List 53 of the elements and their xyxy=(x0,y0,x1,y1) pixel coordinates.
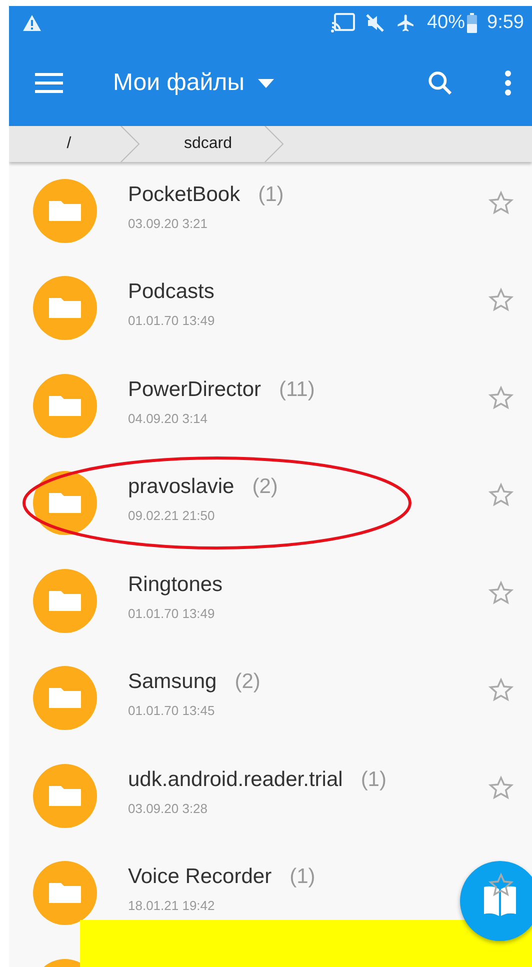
folder-name[interactable]: Podcasts xyxy=(128,280,214,304)
star-icon[interactable] xyxy=(488,384,514,411)
book-button[interactable] xyxy=(460,861,532,941)
folder-name[interactable]: Samsung xyxy=(128,670,217,694)
folder-icon xyxy=(33,568,97,633)
title-dropdown[interactable]: Мои файлы xyxy=(113,69,274,97)
item-count: (1) xyxy=(258,182,284,207)
modified-date: 01.01.70 13:45 xyxy=(128,703,216,718)
item-count: (2) xyxy=(234,670,260,694)
warning-icon xyxy=(23,15,41,31)
star-icon[interactable] xyxy=(488,677,514,704)
modified-date: 03.09.20 3:28 xyxy=(128,800,209,816)
star-icon[interactable] xyxy=(488,190,514,216)
folder-name[interactable]: Ringtones xyxy=(128,572,223,597)
cast-icon xyxy=(330,13,355,33)
modified-date: 01.01.70 13:49 xyxy=(128,313,216,328)
folder-name[interactable]: PowerDirector xyxy=(128,378,262,402)
folder-name[interactable]: Voice Recorder xyxy=(128,865,272,890)
folder-icon xyxy=(33,666,97,730)
modified-date: 09.02.21 21:50 xyxy=(128,508,216,524)
caret-icon xyxy=(258,78,274,88)
folder-icon xyxy=(33,471,97,536)
folder-name[interactable]: udk.android.reader.trial xyxy=(128,768,343,792)
modified-date: 03.09.20 3:21 xyxy=(128,216,209,231)
folder-icon xyxy=(33,374,97,438)
modified-date: 04.09.20 3:14 xyxy=(128,410,209,426)
more-icon[interactable] xyxy=(504,70,512,96)
item-count: (11) xyxy=(279,378,315,402)
item-count: (2) xyxy=(252,475,278,500)
menu-icon[interactable] xyxy=(35,73,63,93)
star-icon[interactable] xyxy=(488,287,514,314)
star-icon[interactable] xyxy=(488,580,514,606)
folder-icon xyxy=(33,764,97,828)
star-icon[interactable] xyxy=(488,482,514,508)
folder-name[interactable]: PocketBook xyxy=(128,182,240,207)
folder-name[interactable]: pravoslavie xyxy=(128,475,234,500)
battery-percent: 40% xyxy=(426,12,466,34)
item-count: (1) xyxy=(290,865,316,890)
clock-time: 9:59 xyxy=(487,12,524,34)
item-count: (1) xyxy=(360,768,386,792)
book-icon xyxy=(483,885,517,917)
modified-date: 18.01.21 19:42 xyxy=(128,898,216,914)
breadcrumb-item[interactable]: sdcard xyxy=(143,126,273,162)
folder-icon xyxy=(33,276,97,340)
star-icon[interactable] xyxy=(488,774,514,801)
modified-date: 01.01.70 13:49 xyxy=(128,606,216,621)
breadcrumb-item[interactable]: / xyxy=(9,126,129,162)
folder-icon xyxy=(33,178,97,243)
search-icon[interactable] xyxy=(426,69,454,97)
folder-icon xyxy=(33,861,97,926)
mute-icon xyxy=(364,13,385,33)
star-icon[interactable] xyxy=(488,872,514,898)
battery-icon xyxy=(467,13,478,33)
